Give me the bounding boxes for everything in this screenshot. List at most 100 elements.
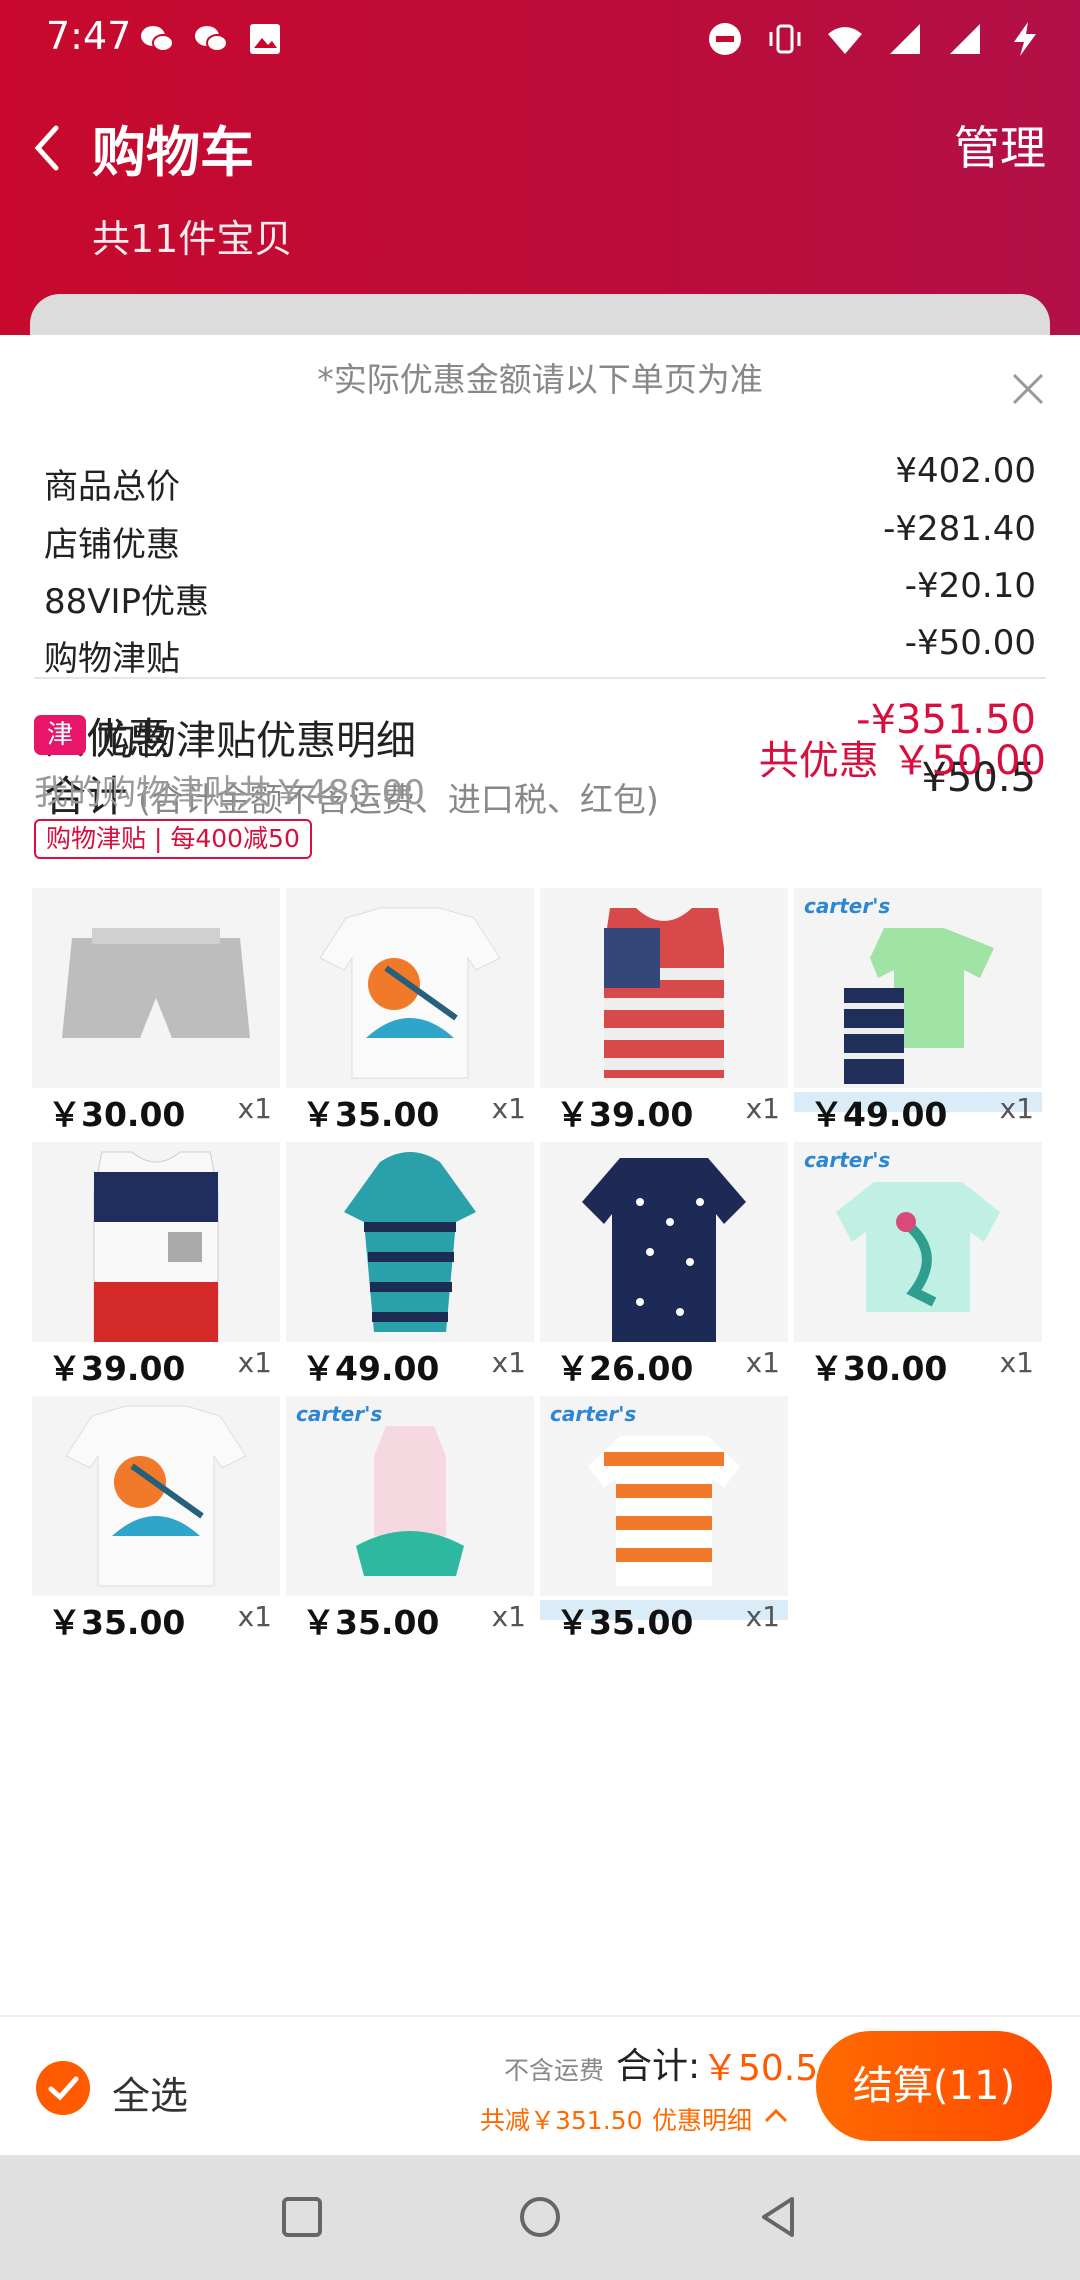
wechat-icon: [141, 26, 174, 52]
colorblock-tank-image: [32, 1142, 280, 1342]
price-row: 88VIP优惠 -¥20.10: [44, 566, 1040, 626]
item-qty: x1: [491, 1092, 526, 1125]
cart-count: 共11件宝贝: [92, 217, 293, 261]
select-all-label[interactable]: 全选: [112, 2065, 188, 2120]
item-qty: x1: [745, 1346, 780, 1379]
item-price: ￥35.00: [48, 1603, 186, 1642]
discount-detail-sheet: *实际优惠金额请以下单页为准 商品总价 ¥402.00 店铺优惠 -¥281.4…: [0, 335, 1080, 2015]
checkout-bar: 全选 不含运费 合计: ￥50.5 共减￥351.50 优惠明细 结算(11): [0, 2015, 1080, 2155]
striped-hoodie-romper-image: [286, 1142, 534, 1342]
item-card[interactable]: ￥35.00 x1: [286, 888, 534, 1136]
discount-note: *实际优惠金额请以下单页为准: [317, 360, 763, 399]
row-label: 购物津贴: [44, 639, 180, 679]
item-card[interactable]: carter's ￥35.00 x1: [540, 1396, 788, 1644]
discount-detail-link[interactable]: 优惠明细: [652, 2101, 752, 2137]
item-price: ￥26.00: [556, 1349, 694, 1388]
price-row: 购物津贴 -¥50.00: [44, 623, 1040, 683]
item-card[interactable]: ￥39.00 x1: [540, 888, 788, 1136]
gray-shorts-image: [32, 888, 280, 1088]
price-row: 商品总价 ¥402.00: [44, 451, 1040, 511]
home-icon[interactable]: [510, 2187, 570, 2247]
signal-icon: [890, 24, 920, 54]
item-qty: x1: [745, 1600, 780, 1633]
checkout-button[interactable]: 结算(11): [816, 2031, 1052, 2141]
item-qty: x1: [745, 1092, 780, 1125]
total-label: 合计:: [616, 2046, 701, 2087]
item-price: ￥35.00: [302, 1095, 440, 1134]
row-value: -¥281.40: [883, 509, 1036, 549]
item-qty: x1: [999, 1346, 1034, 1379]
item-card[interactable]: ￥35.00 x1: [32, 1396, 280, 1644]
header-background: 7:47 购物车 管理 共11件宝贝: [0, 0, 1080, 374]
item-price: ￥30.00: [48, 1095, 186, 1134]
polka-dot-romper-image: [540, 1142, 788, 1342]
item-qty: x1: [491, 1600, 526, 1633]
item-qty: x1: [491, 1346, 526, 1379]
item-card[interactable]: ￥30.00 x1: [32, 888, 280, 1136]
item-card[interactable]: carter's ￥30.00 x1: [794, 1142, 1042, 1390]
page-title: 购物车: [92, 121, 254, 184]
status-time: 7:47: [46, 14, 132, 58]
item-qty: x1: [237, 1346, 272, 1379]
item-price: ￥35.00: [302, 1603, 440, 1642]
subsidy-rule-badge: 购物津贴 | 每400减50: [34, 819, 312, 859]
manage-button[interactable]: 管理: [954, 112, 1046, 178]
item-price: ￥30.00: [810, 1349, 948, 1388]
subsidy-balance: 我的购物津贴共￥480.00: [34, 773, 425, 813]
total-value: ￥50.5: [702, 2048, 819, 2089]
brand-label: carter's: [550, 1402, 637, 1426]
brand-label: carter's: [804, 1148, 891, 1172]
navigation-bar: [0, 2155, 1080, 2280]
divider: [34, 677, 1046, 679]
status-bar: 7:47: [0, 0, 1080, 80]
flag-tank-image: [540, 888, 788, 1088]
item-price: ￥39.00: [556, 1095, 694, 1134]
item-card[interactable]: ￥26.00 x1: [540, 1142, 788, 1390]
marlin-tshirt-image: [286, 888, 534, 1088]
wifi-icon: [828, 27, 862, 54]
item-card[interactable]: ￥39.00 x1: [32, 1142, 280, 1390]
subsidy-title: 购物津贴优惠明细: [96, 718, 416, 764]
item-card[interactable]: carter's ￥35.00 x1: [286, 1396, 534, 1644]
row-label: 店铺优惠: [44, 525, 180, 565]
row-value: ¥402.00: [895, 451, 1036, 491]
row-label: 88VIP优惠: [44, 582, 210, 622]
recents-icon[interactable]: [272, 2187, 332, 2247]
back-nav-icon[interactable]: [748, 2187, 808, 2247]
vibrate-icon: [769, 24, 801, 54]
battery-charging-icon: [1014, 22, 1036, 56]
striped-romper-image: [540, 1396, 788, 1596]
select-all-checkbox[interactable]: [36, 2061, 90, 2115]
item-price: ￥49.00: [810, 1095, 948, 1134]
subsidy-total: 共优惠 ￥50.00: [758, 738, 1046, 784]
item-qty: x1: [237, 1600, 272, 1633]
item-price: ￥49.00: [302, 1349, 440, 1388]
signal-icon: [950, 24, 980, 54]
item-qty: x1: [999, 1092, 1034, 1125]
row-value: -¥20.10: [904, 566, 1036, 606]
item-card[interactable]: carter's ￥49.00 x1: [794, 888, 1042, 1136]
item-price: ￥39.00: [48, 1349, 186, 1388]
mermaid-bodysuit-image: [794, 1142, 1042, 1342]
row-value: -¥50.00: [904, 623, 1036, 663]
bodysuit-pants-set-image: [794, 888, 1042, 1088]
marlin-tshirt-image: [32, 1396, 280, 1596]
gallery-icon: [250, 24, 280, 54]
item-card[interactable]: ￥49.00 x1: [286, 1142, 534, 1390]
price-row: 店铺优惠 -¥281.40: [44, 509, 1040, 569]
chevron-up-icon[interactable]: [762, 2103, 790, 2127]
back-icon[interactable]: [26, 118, 66, 178]
wechat-icon: [195, 26, 228, 52]
item-qty: x1: [237, 1092, 272, 1125]
brand-label: carter's: [804, 894, 891, 918]
row-label: 商品总价: [44, 467, 180, 507]
discount-summary: 共减￥351.50: [480, 2106, 643, 2135]
check-icon: [48, 2076, 79, 2101]
tutu-bodysuit-image: [286, 1396, 534, 1596]
item-price: ￥35.00: [556, 1603, 694, 1642]
shipping-note: 不含运费: [504, 2056, 605, 2085]
brand-label: carter's: [296, 1402, 383, 1426]
close-icon[interactable]: [1010, 371, 1046, 407]
subsidy-icon: 津: [34, 715, 86, 755]
do-not-disturb-icon: [709, 23, 741, 55]
